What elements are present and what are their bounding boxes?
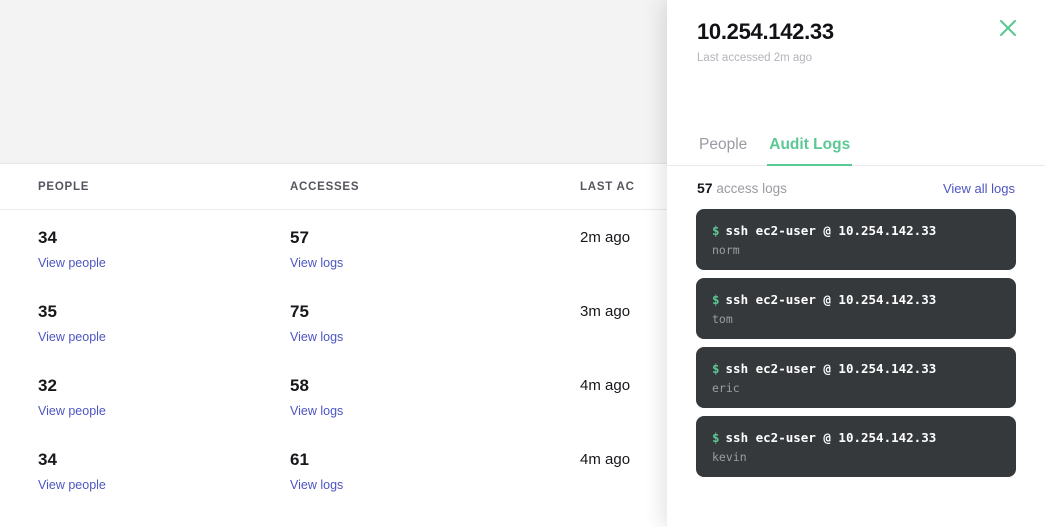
tab-audit-logs[interactable]: Audit Logs — [767, 130, 853, 166]
panel-title: 10.254.142.33 — [697, 19, 834, 44]
log-command: ssh ec2-user @ 10.254.142.33 — [725, 292, 937, 307]
log-command-line: $ ssh ec2-user @ 10.254.142.33 — [712, 222, 1000, 239]
view-logs-link[interactable]: View logs — [290, 256, 343, 270]
log-command: ssh ec2-user @ 10.254.142.33 — [725, 430, 937, 445]
accesses-count: 61 — [290, 450, 309, 469]
log-username: norm — [712, 243, 740, 257]
log-username: eric — [712, 381, 740, 395]
logs-count-number: 57 — [697, 180, 713, 196]
people-count: 32 — [38, 376, 57, 395]
accesses-count: 58 — [290, 376, 309, 395]
audit-log-card[interactable]: $ ssh ec2-user @ 10.254.142.33 norm — [696, 209, 1016, 270]
terminal-prompt-icon: $ — [712, 223, 720, 238]
people-count: 34 — [38, 228, 57, 247]
tab-people[interactable]: People — [697, 130, 749, 165]
terminal-prompt-icon: $ — [712, 361, 720, 376]
terminal-prompt-icon: $ — [712, 430, 720, 445]
panel-header: 10.254.142.33 Last accessed 2m ago — [667, 0, 1045, 66]
view-logs-link[interactable]: View logs — [290, 330, 343, 344]
column-header-accesses: ACCESSES — [290, 181, 360, 193]
log-username: kevin — [712, 450, 747, 464]
view-people-link[interactable]: View people — [38, 256, 106, 270]
column-header-people: PEOPLE — [38, 181, 90, 193]
log-command: ssh ec2-user @ 10.254.142.33 — [725, 223, 937, 238]
accesses-count: 57 — [290, 228, 309, 247]
terminal-prompt-icon: $ — [712, 292, 720, 307]
view-logs-link[interactable]: View logs — [290, 478, 343, 492]
log-command-line: $ ssh ec2-user @ 10.254.142.33 — [712, 429, 1000, 446]
view-people-link[interactable]: View people — [38, 478, 106, 492]
log-command: ssh ec2-user @ 10.254.142.33 — [725, 361, 937, 376]
close-panel-button[interactable] — [993, 14, 1023, 44]
view-people-link[interactable]: View people — [38, 330, 106, 344]
log-command-line: $ ssh ec2-user @ 10.254.142.33 — [712, 291, 1000, 308]
accesses-count: 75 — [290, 302, 309, 321]
host-detail-panel: 10.254.142.33 Last accessed 2m ago Peopl… — [667, 0, 1045, 527]
log-command-line: $ ssh ec2-user @ 10.254.142.33 — [712, 360, 1000, 377]
panel-tabs: People Audit Logs — [667, 130, 1045, 166]
logs-count-label: access logs — [716, 181, 787, 196]
people-count: 35 — [38, 302, 57, 321]
panel-subtitle-last-accessed: Last accessed 2m ago — [697, 52, 813, 64]
view-logs-link[interactable]: View logs — [290, 404, 343, 418]
audit-log-card[interactable]: $ ssh ec2-user @ 10.254.142.33 eric — [696, 347, 1016, 408]
view-people-link[interactable]: View people — [38, 404, 106, 418]
logs-count-text: 57 access logs — [697, 180, 787, 196]
log-username: tom — [712, 312, 733, 326]
audit-log-card[interactable]: $ ssh ec2-user @ 10.254.142.33 tom — [696, 278, 1016, 339]
people-count: 34 — [38, 450, 57, 469]
audit-logs-list: $ ssh ec2-user @ 10.254.142.33 norm $ ssh … — [667, 209, 1045, 477]
view-all-logs-link[interactable]: View all logs — [943, 181, 1015, 196]
logs-summary-bar: 57 access logs View all logs — [667, 166, 1045, 196]
audit-log-card[interactable]: $ ssh ec2-user @ 10.254.142.33 kevin — [696, 416, 1016, 477]
close-icon — [998, 18, 1018, 41]
